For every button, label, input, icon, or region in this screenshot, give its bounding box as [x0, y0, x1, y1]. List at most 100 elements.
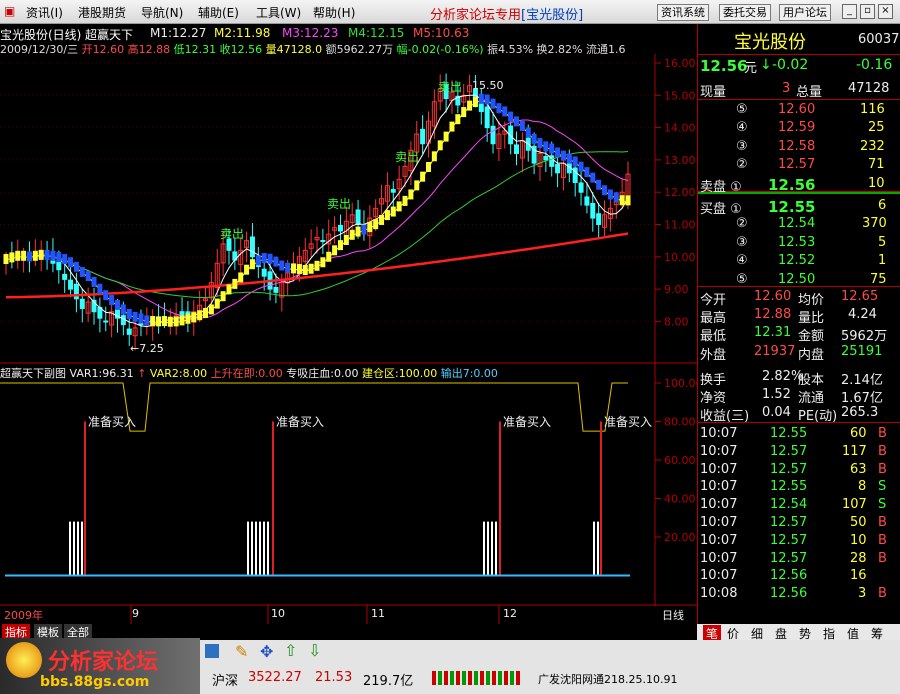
menu-help[interactable]: 帮助(H) [313, 4, 355, 21]
sub-jc: 建仓区:100.00 [362, 367, 438, 380]
prepare-buy-label-2: 准备买入 [276, 415, 325, 429]
tick-row-cell: B [878, 550, 887, 566]
trend-block [584, 167, 590, 178]
stat-row-cell: 4.24 [848, 307, 877, 323]
prepare-buy-label-4: 准备买入 [604, 415, 653, 429]
trend-block [150, 316, 156, 327]
price-change-pct: -0.16 [856, 57, 893, 73]
status-amount: 219.7亿 [363, 674, 414, 689]
prepare-buy-label-1: 准备买入 [88, 415, 137, 429]
kline-chart[interactable]: 16.00 15.00 14.00 13.00 12.00 11.00 10.00 9.00 8… [0, 54, 697, 624]
trend-block [15, 250, 21, 261]
trend-block [214, 298, 220, 309]
quote-panel: 宝光股份 600379 12.56 元 ↓ -0.02 -0.16 现量 3 总… [697, 24, 900, 624]
trade-button[interactable]: 委托交易 [719, 4, 771, 21]
stock-name: 宝光股份 [734, 32, 806, 53]
price-tick: 10.00 [664, 251, 696, 264]
move-icon[interactable]: ✥ [260, 642, 273, 661]
candle [578, 182, 584, 193]
menu-aux[interactable]: 辅助(E) [198, 4, 239, 21]
title-text: 分析家论坛专用 [430, 8, 522, 23]
tick-row-cell: 12.55 [770, 479, 808, 495]
minimize-icon[interactable]: _ [842, 4, 857, 19]
ma-lines [3, 93, 631, 328]
tick-row-cell: 60 [850, 426, 867, 441]
window-icon[interactable] [205, 644, 219, 658]
flower-logo-icon [6, 642, 42, 678]
ask-row-cell: ③ [736, 138, 748, 154]
trend-block [619, 195, 625, 206]
trend-block [103, 290, 109, 301]
bid-row-cell: ② [736, 216, 748, 232]
period-label[interactable]: 日线 [662, 607, 684, 623]
trend-block [244, 264, 250, 275]
stat-row-cell: 最高 [700, 311, 727, 327]
forum-button[interactable]: 用户论坛 [779, 4, 831, 21]
ask-row-cell: 12.58 [778, 138, 816, 154]
trend-block [484, 94, 490, 105]
total-volume: 47128 [848, 81, 890, 96]
ask-row-cell: 25 [868, 120, 885, 136]
trend-block [120, 304, 126, 315]
bid-row-cell: 75 [870, 271, 887, 287]
stat-row-cell: 2.14亿 [841, 373, 883, 388]
trend-block [249, 259, 255, 270]
stat-row-cell: 量比 [798, 311, 825, 327]
bid-row-cell: 6 [878, 198, 887, 213]
candle [249, 236, 255, 258]
trend-block [478, 93, 484, 104]
ask-row-cell: 12.57 [778, 157, 816, 173]
tick-row: 10:07 12.57 10 B [698, 533, 900, 551]
prepare-buy-label-3: 准备买入 [503, 415, 552, 429]
tick-row-cell: 10:07 [700, 532, 738, 548]
status-index: 3522.27 [248, 670, 302, 685]
sub-tick: 40.00 [664, 493, 696, 506]
restore-icon[interactable]: ▫ [860, 4, 875, 19]
trend-block [279, 260, 285, 271]
trend-block [68, 257, 74, 268]
price-tick: 8.00 [664, 315, 689, 328]
stat-row-cell: 金额 [798, 329, 825, 345]
tick-row-cell: 10:07 [700, 550, 738, 566]
bid-row-cell: 12.52 [778, 253, 816, 269]
arrow-up-icon[interactable]: ⇧ [284, 641, 297, 660]
trend-block [514, 116, 520, 127]
ask-row-cell: ⑤ [736, 102, 748, 117]
trend-block [613, 192, 619, 203]
ma-m2: M2:11.98 [214, 26, 271, 40]
menu-hk-futures[interactable]: 港股期货 [78, 4, 126, 21]
menu-nav[interactable]: 导航(N) [141, 4, 183, 21]
ma-m3: M3:12.23 [282, 26, 339, 40]
time-axis-10: 10 [271, 607, 285, 620]
arrow-down-icon[interactable]: ⇩ [308, 641, 321, 660]
trend-block [467, 100, 473, 111]
trend-block [367, 222, 373, 233]
forum-logo: 分析家论坛 bbs.88gs.com [0, 638, 200, 694]
trend-block [314, 260, 320, 271]
trend-block [443, 131, 449, 142]
menu-tools[interactable]: 工具(W) [256, 4, 301, 21]
price-tick: 11.00 [664, 219, 696, 232]
trend-block [425, 161, 431, 172]
tick-row-cell: 12.56 [770, 586, 808, 602]
stat-row-cell: 最低 [700, 329, 727, 345]
trend-block [38, 249, 44, 260]
candle [68, 279, 74, 290]
candle [484, 106, 490, 129]
stat-row-cell: 流通 [798, 391, 825, 407]
trend-block [625, 195, 631, 206]
info-system-button[interactable]: 资讯系统 [657, 4, 709, 21]
trend-block [97, 283, 103, 294]
candle [73, 283, 79, 300]
menu-info[interactable]: 资讯(I) [26, 4, 63, 21]
price-unit: 元 [744, 61, 758, 76]
pencil-icon[interactable]: ✎ [235, 642, 248, 661]
candle [62, 273, 68, 280]
close-icon[interactable]: × [878, 4, 893, 19]
stat-row: 最高 12.88 量比 4.24 [698, 307, 900, 327]
app-icon[interactable]: ▣ [4, 4, 15, 18]
tick-row-cell: B [878, 515, 887, 530]
tick-row-cell: 12.56 [770, 568, 808, 584]
ask-row-cell: 12.60 [778, 102, 816, 117]
stat-row: 外盘 21937 内盘 25191 [698, 344, 900, 363]
